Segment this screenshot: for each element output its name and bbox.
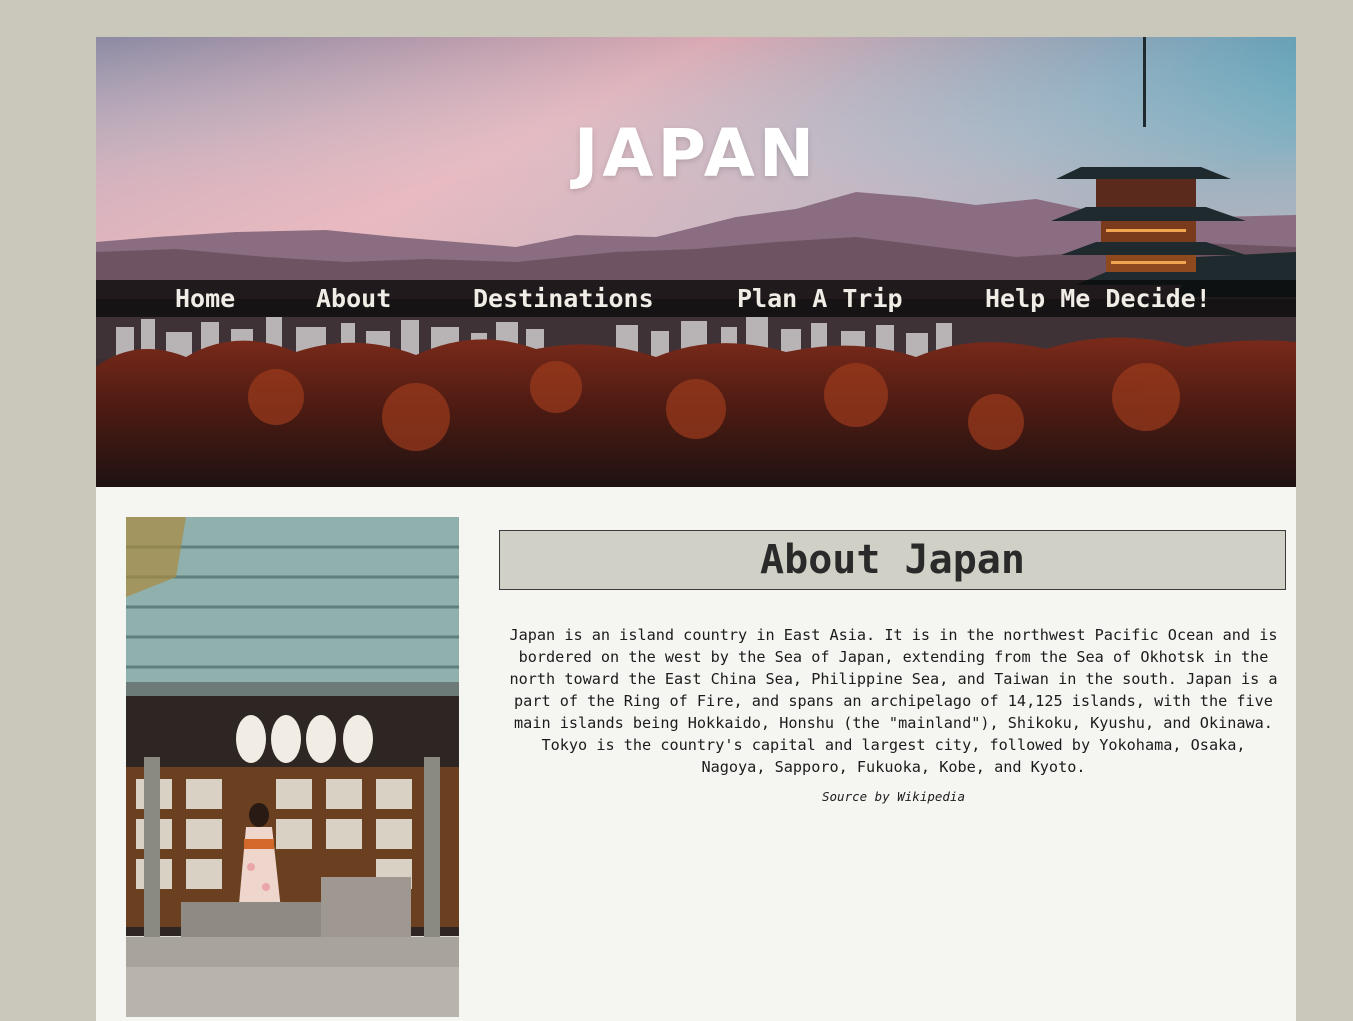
nav-help-me-decide[interactable]: Help Me Decide! bbox=[985, 280, 1211, 317]
nav-home[interactable]: Home bbox=[175, 280, 235, 317]
hero-title: JAPAN bbox=[573, 115, 819, 192]
page-container: JAPAN Home About Destinations Plan A Tri… bbox=[96, 37, 1296, 1021]
hero-banner: JAPAN Home About Destinations Plan A Tri… bbox=[96, 37, 1296, 487]
shrine-photo bbox=[126, 517, 459, 1017]
nav-destinations[interactable]: Destinations bbox=[473, 280, 654, 317]
source-credit: Source by Wikipedia bbox=[822, 789, 965, 804]
nav-plan-a-trip[interactable]: Plan A Trip bbox=[737, 280, 903, 317]
about-heading: About Japan bbox=[760, 537, 1025, 583]
nav-about[interactable]: About bbox=[316, 280, 391, 317]
main-nav: Home About Destinations Plan A Trip Help… bbox=[96, 280, 1296, 317]
hero-background-image bbox=[96, 37, 1296, 487]
about-description: Japan is an island country in East Asia.… bbox=[509, 626, 1278, 776]
about-heading-box: About Japan bbox=[499, 530, 1286, 590]
